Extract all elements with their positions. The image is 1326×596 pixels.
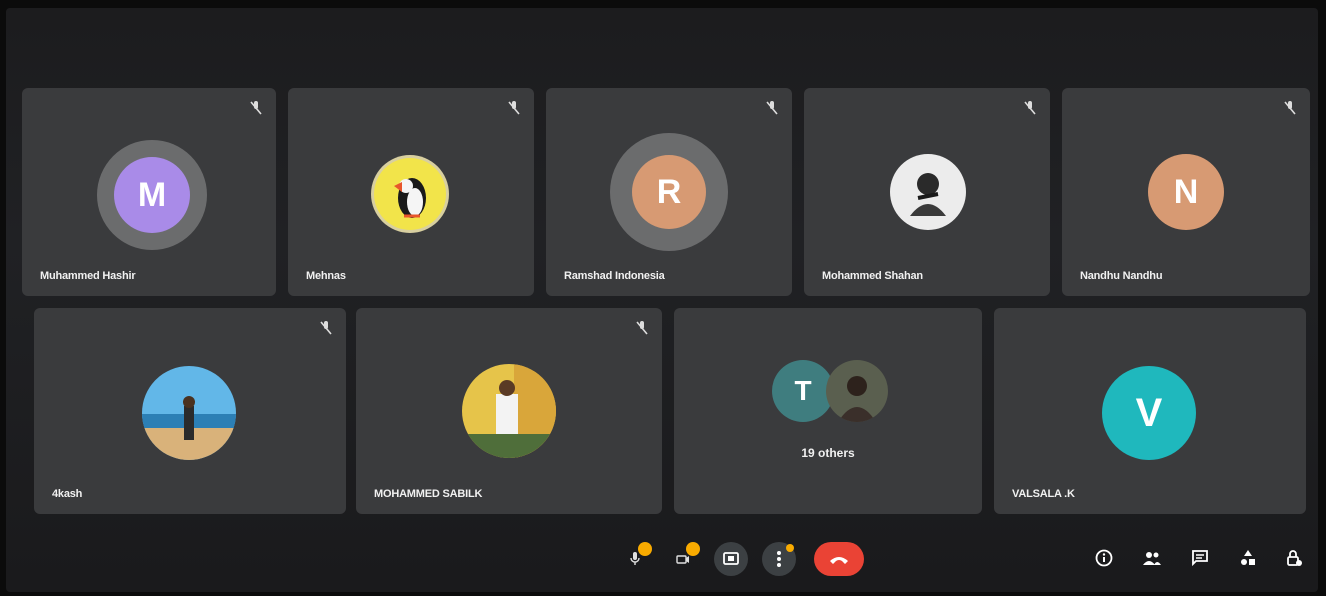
avatar: N xyxy=(1148,154,1224,230)
participant-tile[interactable]: Mohammed Shahan xyxy=(804,88,1050,296)
participant-name: VALSALA .K xyxy=(1012,488,1075,500)
present-button[interactable] xyxy=(714,542,748,576)
activities-button[interactable] xyxy=(1236,546,1260,570)
participant-tile[interactable]: M Muhammed Hashir xyxy=(22,88,276,296)
mic-off-icon xyxy=(1024,101,1036,115)
participant-tile[interactable]: R Ramshad Indonesia xyxy=(546,88,792,296)
avatar xyxy=(826,360,888,422)
leave-call-button[interactable] xyxy=(814,542,864,576)
participant-name: Nandhu Nandhu xyxy=(1080,270,1163,282)
more-options-button[interactable] xyxy=(762,542,796,576)
mic-off-icon xyxy=(250,101,262,115)
participant-tile[interactable]: Mehnas xyxy=(288,88,534,296)
mic-off-icon xyxy=(766,101,778,115)
info-icon xyxy=(1095,549,1113,567)
control-bar xyxy=(6,522,1318,592)
chat-button[interactable] xyxy=(1188,546,1212,570)
avatar xyxy=(371,155,449,233)
participant-tile[interactable]: MOHAMMED SABILK xyxy=(356,308,662,514)
chat-icon xyxy=(1192,550,1208,567)
meeting-screen: M Muhammed Hashir Mehnas R Ramshad Indon… xyxy=(6,8,1318,592)
host-controls-button[interactable] xyxy=(1282,546,1306,570)
meeting-details-button[interactable] xyxy=(1092,546,1116,570)
participant-tile[interactable]: N Nandhu Nandhu xyxy=(1062,88,1310,296)
camera-toggle-button[interactable] xyxy=(666,542,700,576)
mic-off-icon xyxy=(636,321,648,335)
people-icon xyxy=(1143,552,1161,565)
avatar xyxy=(890,154,966,230)
mic-off-icon xyxy=(1284,101,1296,115)
participant-name: Muhammed Hashir xyxy=(40,270,136,282)
participant-tile[interactable]: 4kash xyxy=(34,308,346,514)
host-controls-icon xyxy=(1287,550,1302,566)
present-screen-icon xyxy=(723,552,739,565)
more-options-icon xyxy=(777,551,781,567)
mic-toggle-button[interactable] xyxy=(618,542,652,576)
avatar: T xyxy=(772,360,834,422)
avatar: M xyxy=(114,157,190,233)
participant-tile[interactable]: T 19 others xyxy=(674,308,982,514)
participant-name: Ramshad Indonesia xyxy=(564,270,665,282)
avatar: V xyxy=(1102,366,1196,460)
participant-name: Mohammed Shahan xyxy=(822,270,923,282)
avatar xyxy=(462,364,556,458)
participant-name: 4kash xyxy=(52,488,83,500)
participant-tile[interactable]: V VALSALA .K xyxy=(994,308,1306,514)
mic-off-icon xyxy=(508,101,520,115)
participant-name: Mehnas xyxy=(306,270,346,282)
avatar xyxy=(142,366,236,460)
others-count: 19 others xyxy=(801,446,855,460)
avatar: R xyxy=(632,155,706,229)
participant-name: MOHAMMED SABILK xyxy=(374,488,483,500)
people-button[interactable] xyxy=(1140,546,1164,570)
activities-icon xyxy=(1241,550,1255,565)
hang-up-icon xyxy=(830,557,848,564)
mic-off-icon xyxy=(320,321,332,335)
